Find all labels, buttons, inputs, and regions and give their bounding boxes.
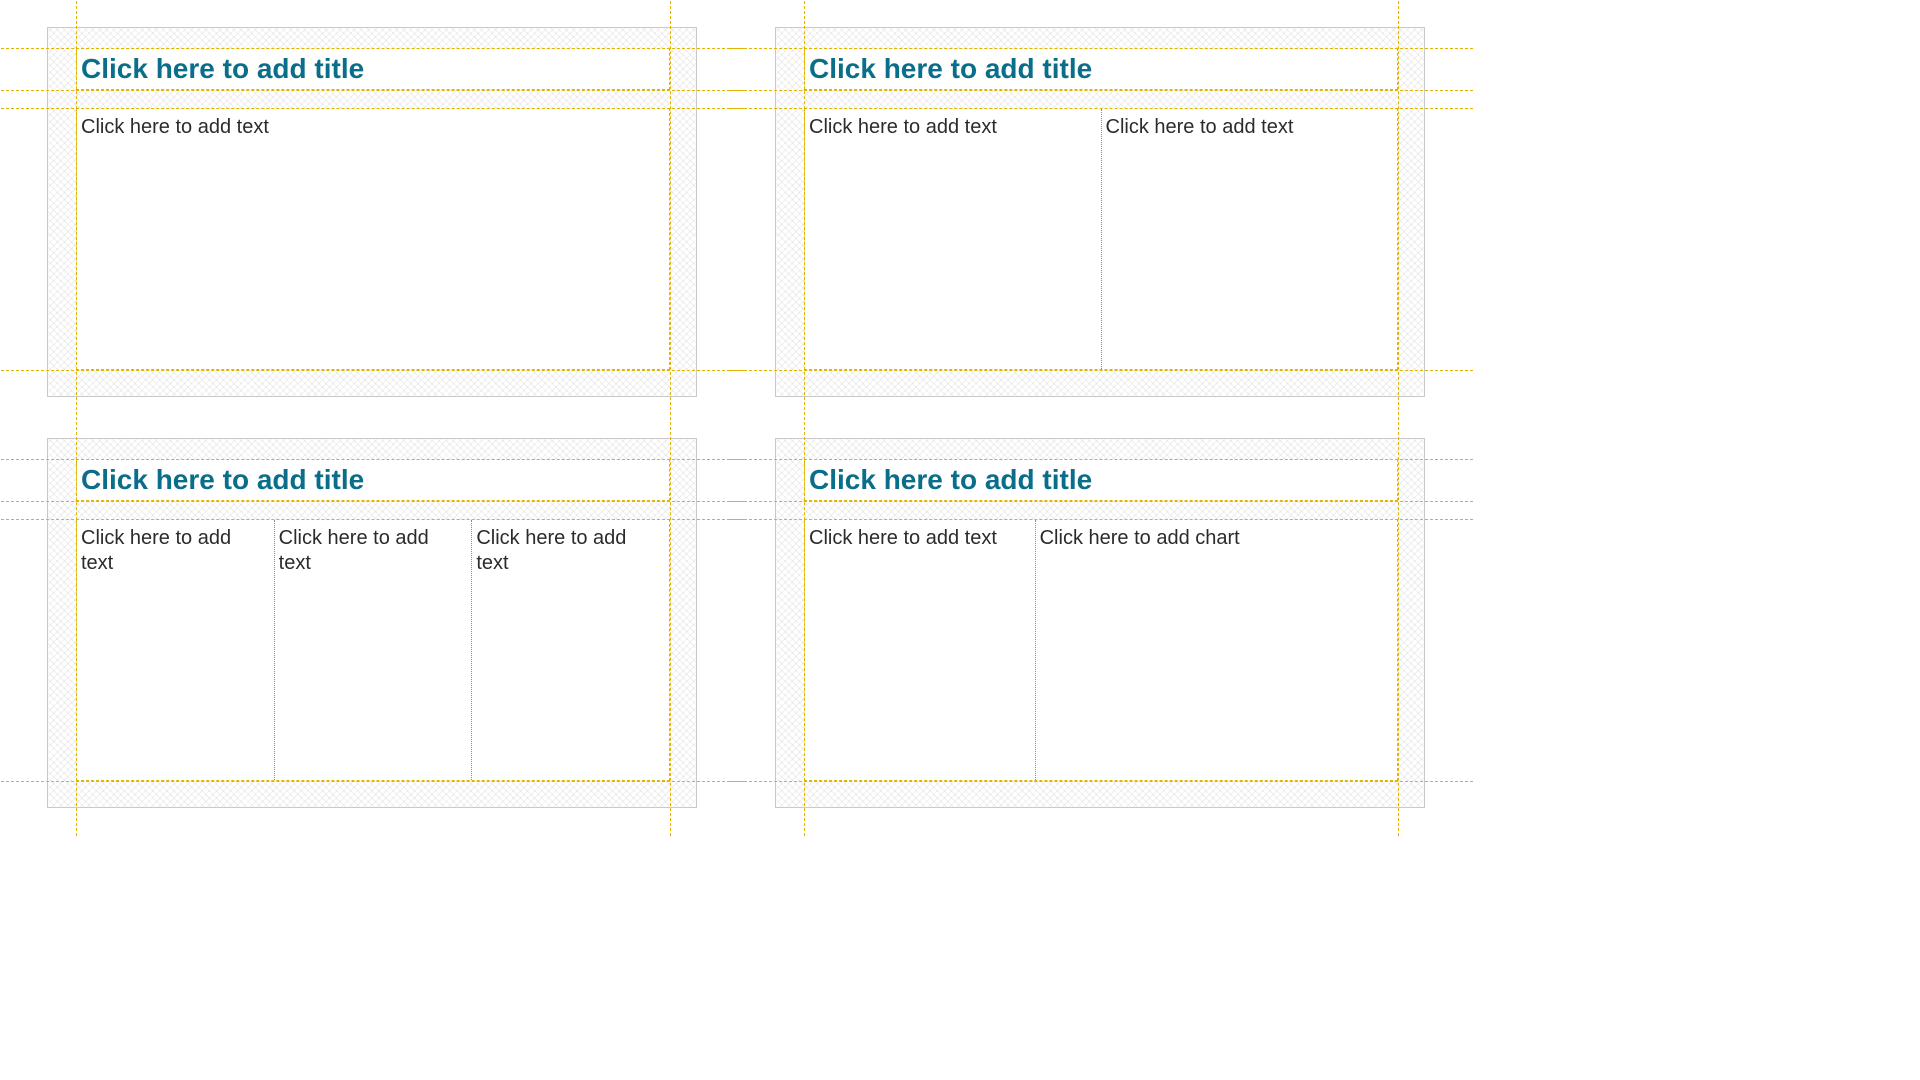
slide-layout-1: Click here to add title Click here to ad… bbox=[47, 27, 697, 397]
chart-placeholder[interactable]: Click here to add chart bbox=[1035, 520, 1397, 780]
text-placeholder[interactable]: Click here to add text bbox=[77, 520, 274, 780]
slide-layout-4: Click here to add title Click here to ad… bbox=[775, 438, 1425, 808]
content-placeholder: Click here to add text bbox=[76, 108, 670, 370]
text-placeholder[interactable]: Click here to add text bbox=[805, 109, 1101, 369]
content-placeholder: Click here to add text Click here to add… bbox=[76, 519, 670, 781]
title-placeholder[interactable]: Click here to add title bbox=[804, 459, 1398, 501]
text-placeholder[interactable]: Click here to add text bbox=[805, 520, 1035, 780]
title-placeholder[interactable]: Click here to add title bbox=[76, 48, 670, 90]
text-placeholder[interactable]: Click here to add text bbox=[471, 520, 669, 780]
content-placeholder: Click here to add text Click here to add… bbox=[804, 519, 1398, 781]
text-placeholder[interactable]: Click here to add text bbox=[1101, 109, 1398, 369]
content-placeholder: Click here to add text Click here to add… bbox=[804, 108, 1398, 370]
title-placeholder[interactable]: Click here to add title bbox=[804, 48, 1398, 90]
title-placeholder[interactable]: Click here to add title bbox=[76, 459, 670, 501]
slide-layout-2: Click here to add title Click here to ad… bbox=[775, 27, 1425, 397]
slide-layout-3: Click here to add title Click here to ad… bbox=[47, 438, 697, 808]
text-placeholder[interactable]: Click here to add text bbox=[77, 109, 669, 369]
text-placeholder[interactable]: Click here to add text bbox=[274, 520, 472, 780]
